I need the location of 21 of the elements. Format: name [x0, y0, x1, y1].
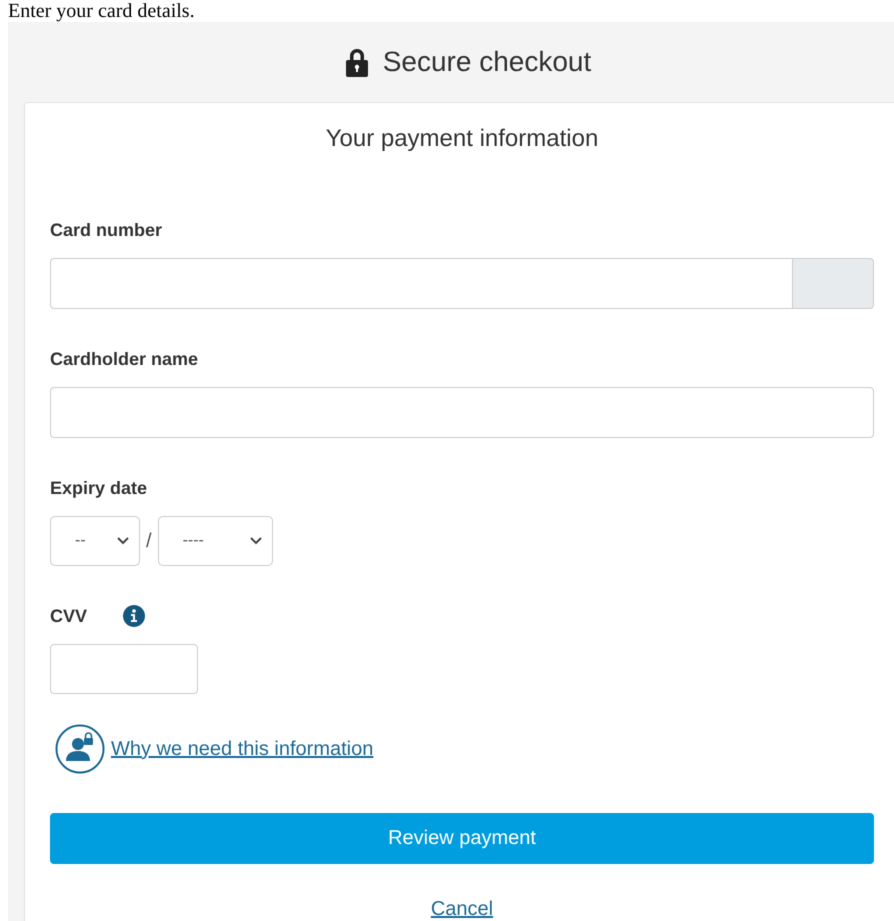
user-lock-icon: [55, 724, 105, 774]
field-label: Card number: [50, 220, 162, 240]
review-payment-button[interactable]: Review payment: [50, 813, 874, 864]
chevron-icon: [250, 537, 262, 545]
field-label: CVV: [50, 606, 88, 626]
field-label: Cardholder name: [50, 348, 198, 370]
name-field[interactable]: [50, 387, 874, 438]
lock-icon: [344, 47, 369, 77]
select-field[interactable]: --: [50, 516, 140, 566]
header-title: Secure checkout: [382, 46, 592, 78]
field-label: Expiry date: [50, 478, 148, 498]
card-number-field[interactable]: [50, 258, 793, 309]
date-separator: /: [146, 530, 152, 552]
page-heading: Enter your card details.: [8, 0, 195, 22]
cvv-field[interactable]: [50, 644, 198, 694]
card-title: Your payment information: [324, 124, 600, 154]
cancel-link[interactable]: Cancel: [430, 898, 494, 920]
select-field[interactable]: ----: [158, 516, 273, 566]
chevron-icon: [117, 537, 129, 545]
info-icon[interactable]: [123, 605, 146, 627]
info-link[interactable]: Why we need this information: [111, 738, 374, 760]
